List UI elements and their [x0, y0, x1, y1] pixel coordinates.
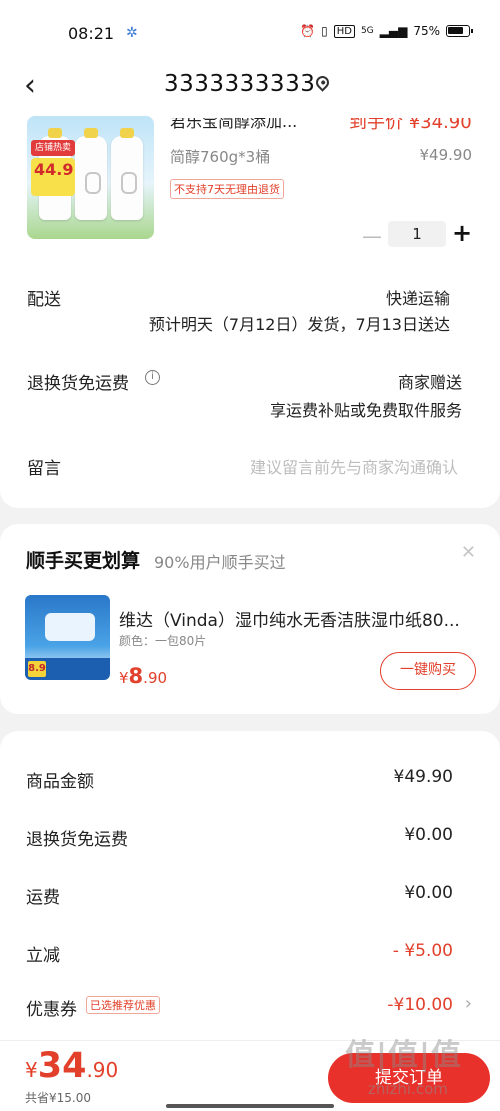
- product-title[interactable]: 君乐宝简醇添加...: [170, 118, 297, 132]
- no-return-badge: 不支持7天无理由退货: [170, 179, 284, 199]
- price-main: 34: [37, 1046, 87, 1086]
- bottle-shape: [75, 128, 107, 220]
- product-final-price: 到手价 ¥34.90: [349, 112, 472, 133]
- recommendation-subtitle: 90%用户顺手买过: [154, 553, 286, 572]
- coupon-tag: 已选推荐优惠: [86, 996, 160, 1014]
- hd-icon: HD: [333, 24, 355, 38]
- image-price-tag: 8.9: [28, 661, 46, 677]
- delivery-method[interactable]: 快递运输: [386, 285, 450, 309]
- recommended-product-image[interactable]: 8.9: [25, 595, 110, 680]
- return-shipping-desc: 享运费补贴或免费取件服务: [269, 401, 462, 420]
- saved-amount: 共省¥15.00: [25, 1091, 91, 1105]
- nav-bar: ‹ 3333333333: [0, 62, 500, 108]
- alarm-icon: ⏰: [300, 24, 316, 38]
- discount-value: - ¥5.00: [392, 941, 453, 961]
- app-notification-icon: ✲: [126, 25, 138, 41]
- page-title: 3333333333: [164, 71, 316, 97]
- summary-value: ¥0.00: [404, 883, 453, 903]
- status-bar: 08:21 ✲ ⏰ ▯ HD 5G ▂▄▆ 75%: [0, 0, 500, 62]
- quantity-input[interactable]: 1: [388, 221, 446, 247]
- price-decimal: .90: [86, 1058, 119, 1082]
- price-main: 8: [128, 664, 144, 688]
- summary-value: ¥49.90: [393, 767, 453, 787]
- status-time: 08:21: [68, 24, 115, 43]
- message-label: 留言: [27, 459, 61, 479]
- image-tag: 店铺热卖: [31, 140, 75, 156]
- watermark-url: zhizhi.com: [368, 1080, 448, 1098]
- watermark-logo: 值|值|值: [345, 1038, 462, 1073]
- close-icon[interactable]: ✕: [461, 542, 476, 563]
- summary-label: 退换货免运费: [26, 830, 128, 850]
- quantity-increase-button[interactable]: +: [452, 219, 472, 247]
- price-symbol: ¥: [25, 1058, 38, 1082]
- total-price: ¥34.90: [25, 1046, 118, 1086]
- network-icon: 5G: [360, 26, 374, 36]
- recommended-product-title[interactable]: 维达（Vinda）湿巾纯水无香洁肤湿巾纸80...: [119, 606, 471, 631]
- order-product-card: 店铺热卖 44.9 君乐宝简醇添加... 到手价 ¥34.90 简醇760g*3…: [0, 108, 500, 508]
- bottle-shape: [111, 128, 143, 220]
- product-original-price: ¥49.90: [419, 146, 473, 164]
- status-indicators: ⏰ ▯ HD 5G ▂▄▆ 75%: [300, 24, 473, 38]
- summary-label: 商品金额: [26, 772, 94, 792]
- coupon-label[interactable]: 优惠券: [26, 995, 77, 1020]
- home-indicator[interactable]: [166, 1104, 334, 1108]
- return-shipping-label: 退换货免运费: [27, 374, 129, 394]
- recommended-product-spec: 颜色：一包80片: [119, 634, 207, 648]
- info-icon[interactable]: i: [145, 370, 160, 385]
- recommendation-card: 顺手买更划算 90%用户顺手买过 ✕ 8.9 维达（Vinda）湿巾纯水无香洁肤…: [0, 524, 500, 714]
- message-input[interactable]: 建议留言前先与商家沟通确认: [250, 454, 458, 478]
- image-price: 44.9: [34, 160, 74, 179]
- battery-text: 75%: [413, 24, 440, 38]
- product-image[interactable]: 店铺热卖 44.9: [27, 116, 154, 239]
- summary-label: 运费: [26, 888, 60, 908]
- recommendation-title: 顺手买更划算: [26, 550, 141, 572]
- one-click-buy-button[interactable]: 一键购买: [380, 652, 476, 690]
- signal-icon: ▂▄▆: [379, 24, 408, 38]
- price-symbol: ¥: [119, 669, 129, 687]
- chevron-right-icon[interactable]: ›: [465, 993, 472, 1014]
- recommended-product-price: ¥8.90: [119, 664, 167, 688]
- quantity-decrease-button[interactable]: —: [362, 224, 382, 248]
- return-shipping-value: 商家赠送: [397, 373, 462, 392]
- price-decimal: .90: [143, 669, 168, 687]
- product-spec: 简醇760g*3桶: [170, 148, 271, 166]
- delivery-estimate: 预计明天（7月12日）发货，7月13日送达: [148, 315, 450, 334]
- vibrate-icon: ▯: [321, 24, 328, 38]
- summary-value: ¥0.00: [404, 825, 453, 845]
- battery-icon: [446, 25, 473, 37]
- delivery-label: 配送: [27, 290, 61, 310]
- coupon-value[interactable]: -¥10.00: [387, 995, 453, 1015]
- summary-label: 立减: [26, 946, 60, 966]
- location-pin-icon[interactable]: [313, 73, 332, 92]
- pack-shape: [45, 613, 95, 641]
- back-icon[interactable]: ‹: [24, 68, 36, 103]
